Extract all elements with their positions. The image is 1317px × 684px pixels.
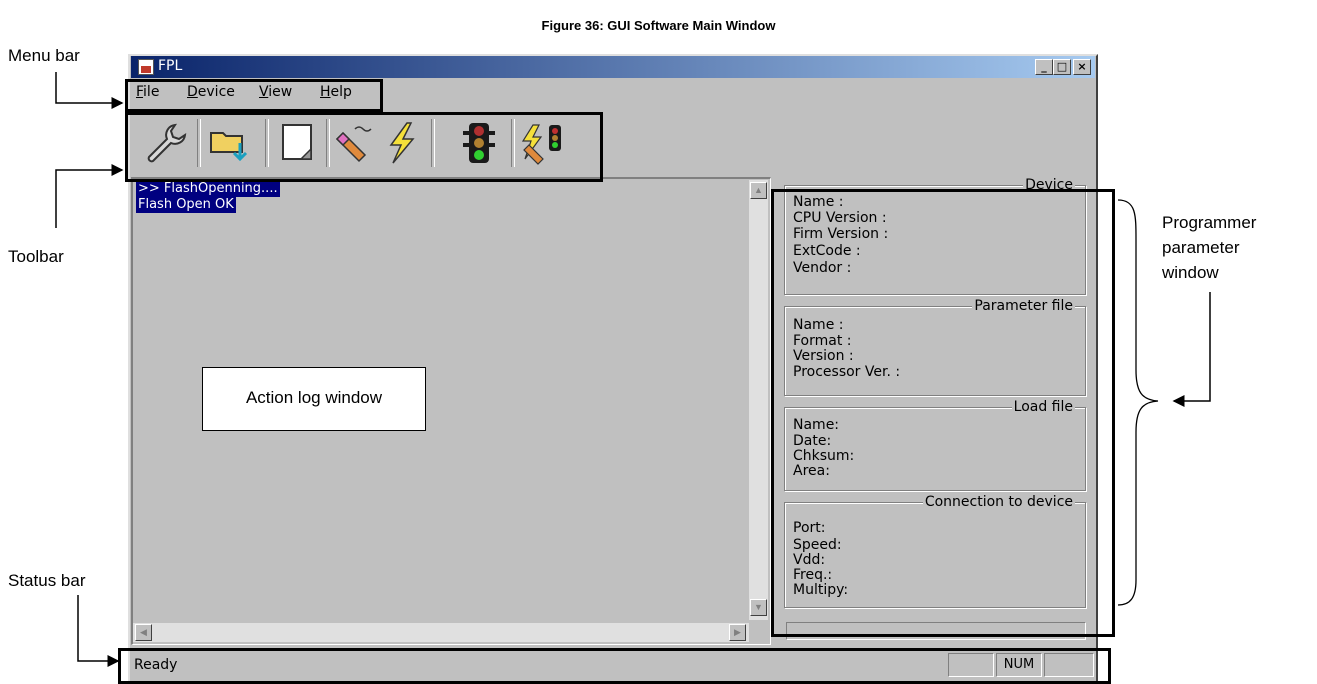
app-icon[interactable] [138,59,154,75]
maximize-button[interactable]: □ [1053,59,1071,75]
scroll-left-icon[interactable]: ◀ [135,624,152,641]
scroll-up-icon[interactable]: ▲ [750,182,767,199]
scroll-right-icon[interactable]: ▶ [729,624,746,641]
status-bar-highlight [118,648,1111,684]
minimize-button[interactable]: _ [1035,59,1053,75]
log-line: >> FlashOpenning.... [136,181,280,197]
toolbar-highlight [125,112,603,182]
horizontal-scrollbar[interactable]: ◀ ▶ [133,623,749,642]
menu-bar-highlight [125,79,383,112]
title-bar[interactable] [131,56,1095,78]
action-log-label: Action log window [245,388,383,407]
action-log-label-box: Action log window [202,367,426,431]
log-line: Flash Open OK [136,197,236,213]
vertical-scrollbar[interactable]: ▲ ▼ [749,180,768,620]
close-button[interactable]: × [1073,59,1091,75]
scroll-down-icon[interactable]: ▼ [750,599,767,616]
window-title: FPL [158,58,183,74]
programmer-window-highlight [771,189,1115,637]
